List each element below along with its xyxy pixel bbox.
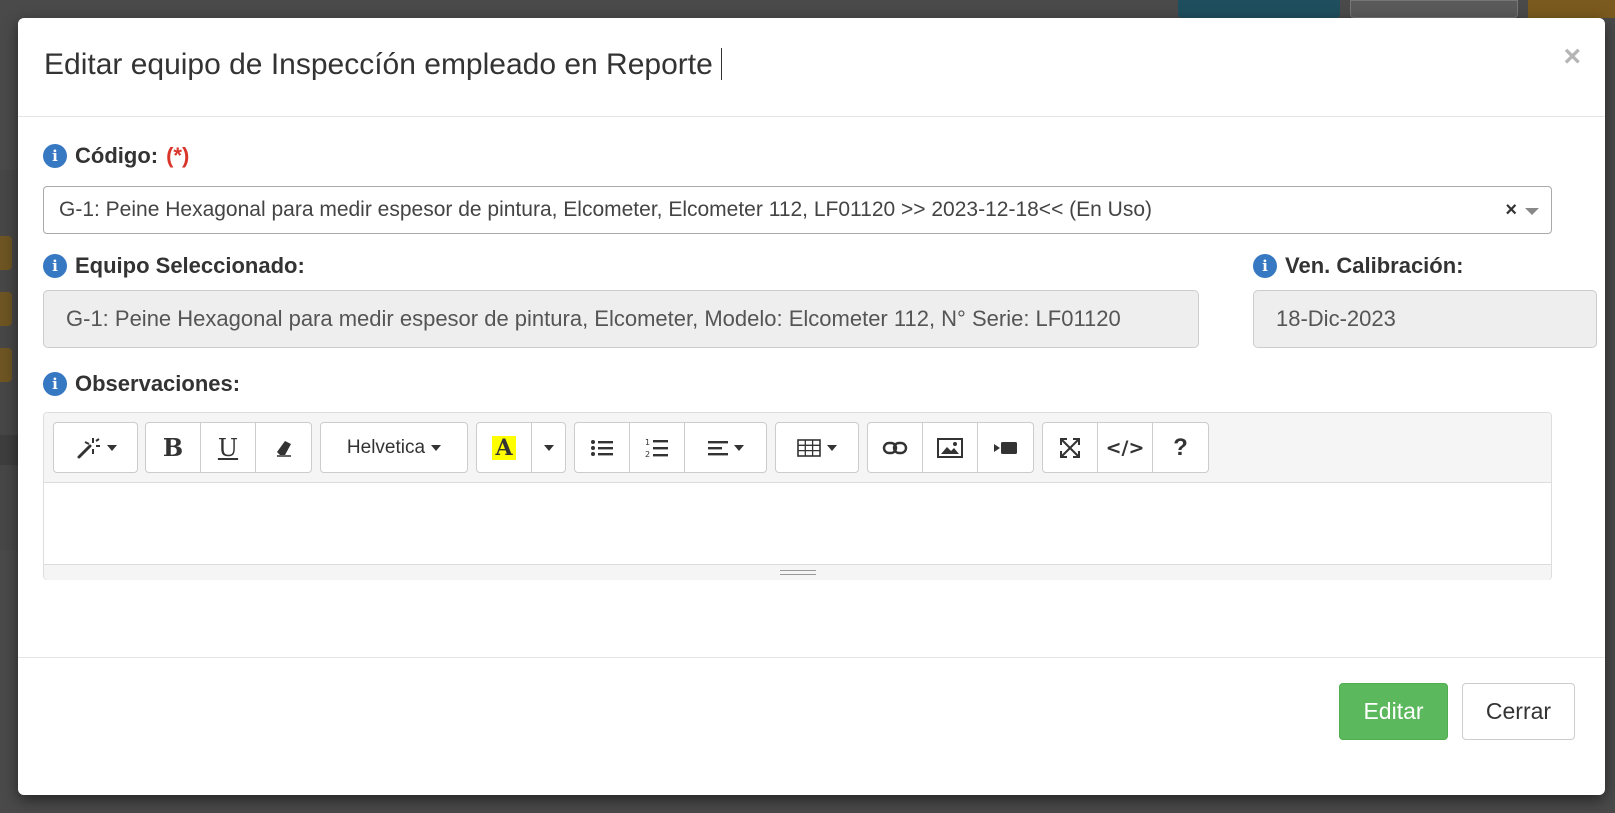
- style-group: [53, 422, 138, 473]
- observaciones-label-row: i Observaciones:: [43, 371, 240, 397]
- text-cursor: [720, 48, 722, 81]
- code-view-button[interactable]: </>: [1098, 423, 1153, 472]
- insert-group: [867, 422, 1034, 473]
- chevron-down-icon: [543, 444, 554, 451]
- calibracion-label-row: i Ven. Calibración:: [1253, 253, 1464, 279]
- insert-image-button[interactable]: [923, 423, 978, 472]
- chevron-down-icon: [733, 444, 744, 451]
- table-group: [775, 422, 859, 473]
- table-dropdown[interactable]: [776, 423, 858, 472]
- editor-toolbar: B U Helvetica A 1 2 </> ?: [44, 413, 1551, 483]
- background-button: [1350, 0, 1518, 18]
- help-button[interactable]: ?: [1153, 423, 1208, 472]
- background-bar: [0, 435, 18, 465]
- insert-video-button[interactable]: [978, 423, 1033, 472]
- codigo-selected-value: G-1: Peine Hexagonal para medir espesor …: [59, 198, 1153, 221]
- bold-button[interactable]: B: [146, 423, 201, 472]
- clear-selection-icon[interactable]: ×: [1505, 187, 1517, 233]
- chevron-down-icon: [431, 444, 442, 451]
- svg-text:1: 1: [645, 438, 650, 447]
- font-name-group: Helvetica: [320, 422, 468, 473]
- video-icon: [993, 441, 1017, 454]
- highlight-letter: A: [492, 435, 516, 460]
- codigo-label-row: i Código: (*): [43, 143, 189, 169]
- background-button: [1528, 0, 1615, 18]
- eraser-icon: [276, 440, 291, 457]
- close-icon[interactable]: ×: [1563, 42, 1581, 72]
- equipo-seleccionado-label: Equipo Seleccionado:: [75, 253, 305, 278]
- background-chip: [0, 236, 12, 270]
- required-mark: (*): [166, 143, 190, 168]
- font-name-dropdown[interactable]: Helvetica: [321, 423, 467, 472]
- font-style-group: B U: [145, 422, 312, 473]
- chevron-down-icon: [106, 444, 117, 451]
- info-icon[interactable]: i: [43, 144, 67, 168]
- observaciones-textarea[interactable]: [44, 483, 1551, 564]
- codigo-label: Código:: [75, 143, 159, 168]
- background-button: [1178, 0, 1340, 18]
- clear-format-button[interactable]: [256, 423, 311, 472]
- edit-equipment-modal: Editar equipo de Inspeccíón empleado en …: [18, 18, 1605, 795]
- ordered-list-button[interactable]: 1 2: [630, 423, 685, 472]
- fullscreen-icon: [1060, 437, 1080, 458]
- font-name-value: Helvetica: [346, 436, 426, 458]
- editor-resize-handle[interactable]: [44, 564, 1551, 580]
- equipo-label-row: i Equipo Seleccionado:: [43, 253, 305, 279]
- magic-wand-icon: [77, 437, 100, 458]
- chevron-down-icon: [827, 444, 837, 451]
- info-icon[interactable]: i: [43, 254, 67, 278]
- observaciones-editor: B U Helvetica A 1 2 </> ?: [43, 412, 1552, 580]
- observaciones-label: Observaciones:: [75, 371, 241, 396]
- modal-header: Editar equipo de Inspeccíón empleado en …: [18, 18, 1605, 117]
- codigo-select[interactable]: G-1: Peine Hexagonal para medir espesor …: [43, 186, 1552, 234]
- fullscreen-button[interactable]: [1043, 423, 1098, 472]
- table-icon: [797, 438, 821, 457]
- chevron-down-icon[interactable]: [1525, 208, 1539, 215]
- color-group: A: [476, 422, 566, 473]
- modal-body: i Código: (*) G-1: Peine Hexagonal para …: [18, 117, 1605, 661]
- ven-calibracion-field[interactable]: 18-Dic-2023: [1253, 290, 1597, 348]
- insert-link-button[interactable]: [868, 423, 923, 472]
- list-ul-icon: [591, 439, 613, 456]
- style-button[interactable]: [54, 423, 137, 472]
- info-icon[interactable]: i: [43, 372, 67, 396]
- align-left-icon: [707, 440, 728, 455]
- resize-grip-icon: [779, 570, 816, 575]
- highlight-button[interactable]: A: [477, 423, 532, 472]
- info-icon[interactable]: i: [1253, 254, 1277, 278]
- ven-calibracion-label: Ven. Calibración:: [1285, 253, 1464, 278]
- misc-group: </> ?: [1042, 422, 1209, 473]
- svg-text:2: 2: [645, 450, 650, 459]
- background-chip: [0, 348, 12, 382]
- link-icon: [882, 441, 908, 454]
- cerrar-button[interactable]: Cerrar: [1462, 683, 1575, 740]
- modal-footer: Editar Cerrar: [18, 657, 1605, 795]
- image-icon: [937, 437, 963, 458]
- modal-title: Editar equipo de Inspeccíón empleado en …: [44, 48, 722, 82]
- list-ol-icon: 1 2: [645, 438, 668, 459]
- underline-button[interactable]: U: [201, 423, 256, 472]
- color-dropdown[interactable]: [532, 423, 565, 472]
- background-chip: [0, 292, 12, 326]
- equipo-seleccionado-field[interactable]: G-1: Peine Hexagonal para medir espesor …: [43, 290, 1199, 348]
- align-dropdown[interactable]: [685, 423, 766, 472]
- editar-button[interactable]: Editar: [1339, 683, 1448, 740]
- paragraph-group: 1 2: [574, 422, 767, 473]
- unordered-list-button[interactable]: [575, 423, 630, 472]
